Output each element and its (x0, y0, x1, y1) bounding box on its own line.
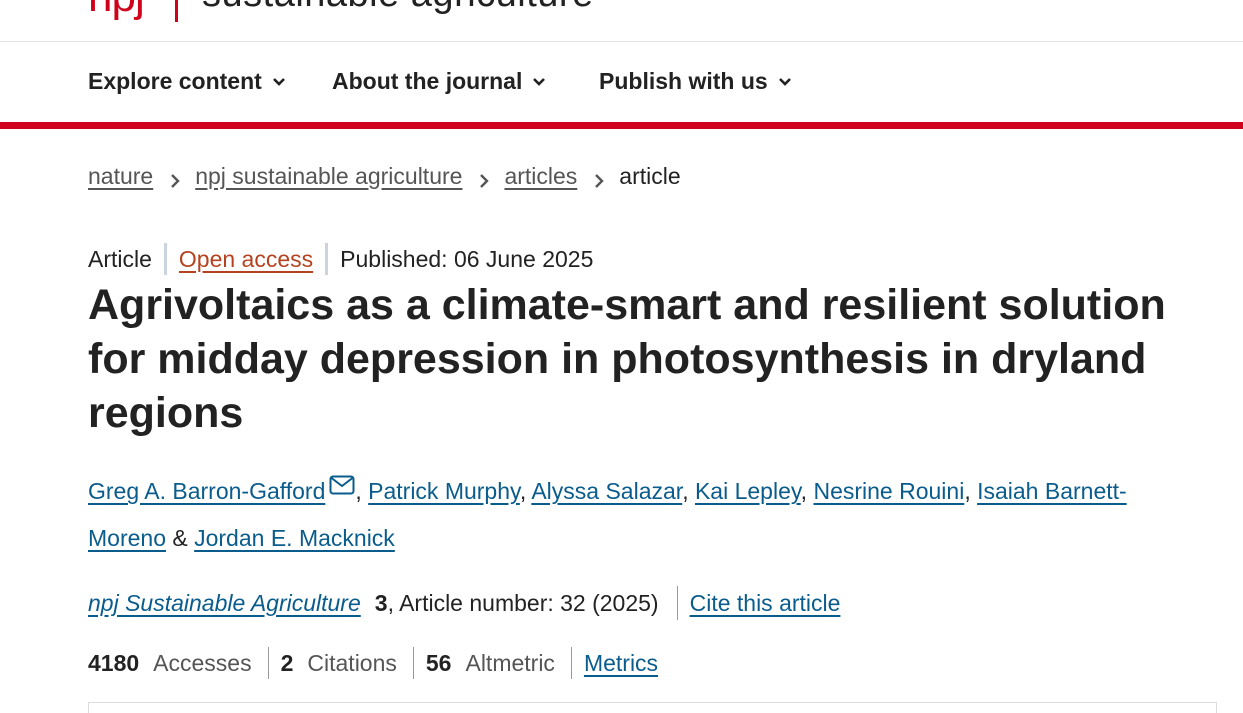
nav-item-label: Explore content (88, 68, 262, 94)
author-list: Greg A. Barron-Gafford, Patrick Murphy, … (88, 464, 1178, 562)
nav-explore-content[interactable]: Explore content (88, 68, 286, 95)
author-separator: & (165, 525, 195, 551)
author-link[interactable]: Patrick Murphy (368, 478, 520, 504)
journal-link[interactable]: npj Sustainable Agriculture (88, 590, 361, 617)
citations-count: 2 (280, 649, 294, 676)
author-separator: , (682, 478, 695, 504)
article-metrics: 4180 Accesses 2 Citations 56 Altmetric M… (88, 644, 658, 682)
chevron-right-icon (169, 168, 181, 188)
journal-name-logo[interactable]: sustainable agriculture (202, 0, 594, 16)
envelope-icon[interactable] (329, 464, 355, 495)
site-header: npj sustainable agriculture (0, 0, 1243, 42)
article-title: Agrivoltaics as a climate-smart and resi… (88, 281, 1166, 437)
breadcrumb-nature[interactable]: nature (88, 163, 153, 190)
open-access-link[interactable]: Open access (179, 246, 313, 273)
citations-label: Citations (307, 649, 397, 676)
article-meta: Article Open access Published: 06 June 2… (88, 242, 593, 276)
content-box-edge (88, 702, 1217, 713)
accesses-label: Accesses (153, 649, 252, 676)
divider (676, 586, 678, 620)
author-separator: , (355, 478, 369, 504)
chevron-right-icon (593, 168, 605, 188)
accesses-count: 4180 (88, 649, 140, 676)
altmetric-label: Altmetric (465, 649, 555, 676)
author-link[interactable]: Kai Lepley (695, 478, 801, 504)
article-number: , Article number: 32 (2025) (387, 589, 659, 616)
author-separator: , (800, 478, 814, 504)
author-separator: , (519, 478, 532, 504)
breadcrumb-current: article (619, 162, 681, 189)
altmetric-count: 56 (425, 649, 452, 676)
author-link[interactable]: Jordan E. Macknick (194, 525, 395, 551)
nav-item-label: About the journal (332, 68, 523, 94)
divider (163, 243, 167, 275)
cite-this-article-link[interactable]: Cite this article (690, 590, 841, 617)
divider (267, 647, 269, 679)
chevron-down-icon (532, 75, 546, 89)
chevron-down-icon (272, 75, 286, 89)
divider (325, 243, 329, 275)
metrics-link[interactable]: Metrics (584, 650, 658, 677)
nav-item-label: Publish with us (599, 68, 768, 94)
citation-line: npj Sustainable Agriculture 3 , Article … (88, 584, 840, 622)
chevron-right-icon (478, 168, 490, 188)
main-nav: Explore content About the journal Publis… (0, 41, 1243, 129)
published-date: Published: 06 June 2025 (340, 245, 594, 272)
divider (570, 647, 572, 679)
author-link[interactable]: Greg A. Barron-Gafford (88, 478, 325, 504)
breadcrumb-articles[interactable]: articles (504, 163, 577, 190)
author-link[interactable]: Alyssa Salazar (531, 478, 682, 504)
author-link[interactable]: Nesrine Rouini (813, 478, 964, 504)
article-type: Article (88, 245, 152, 272)
breadcrumb-journal[interactable]: npj sustainable agriculture (195, 163, 462, 190)
nav-about-the-journal[interactable]: About the journal (332, 68, 546, 95)
breadcrumb: nature npj sustainable agriculture artic… (88, 160, 681, 192)
npj-logo[interactable]: npj (88, 0, 145, 22)
logo-divider (175, 0, 178, 22)
nav-publish-with-us[interactable]: Publish with us (599, 68, 792, 95)
author-separator: , (964, 478, 978, 504)
chevron-down-icon (778, 75, 792, 89)
divider (412, 647, 414, 679)
volume-number: 3 (374, 589, 388, 616)
